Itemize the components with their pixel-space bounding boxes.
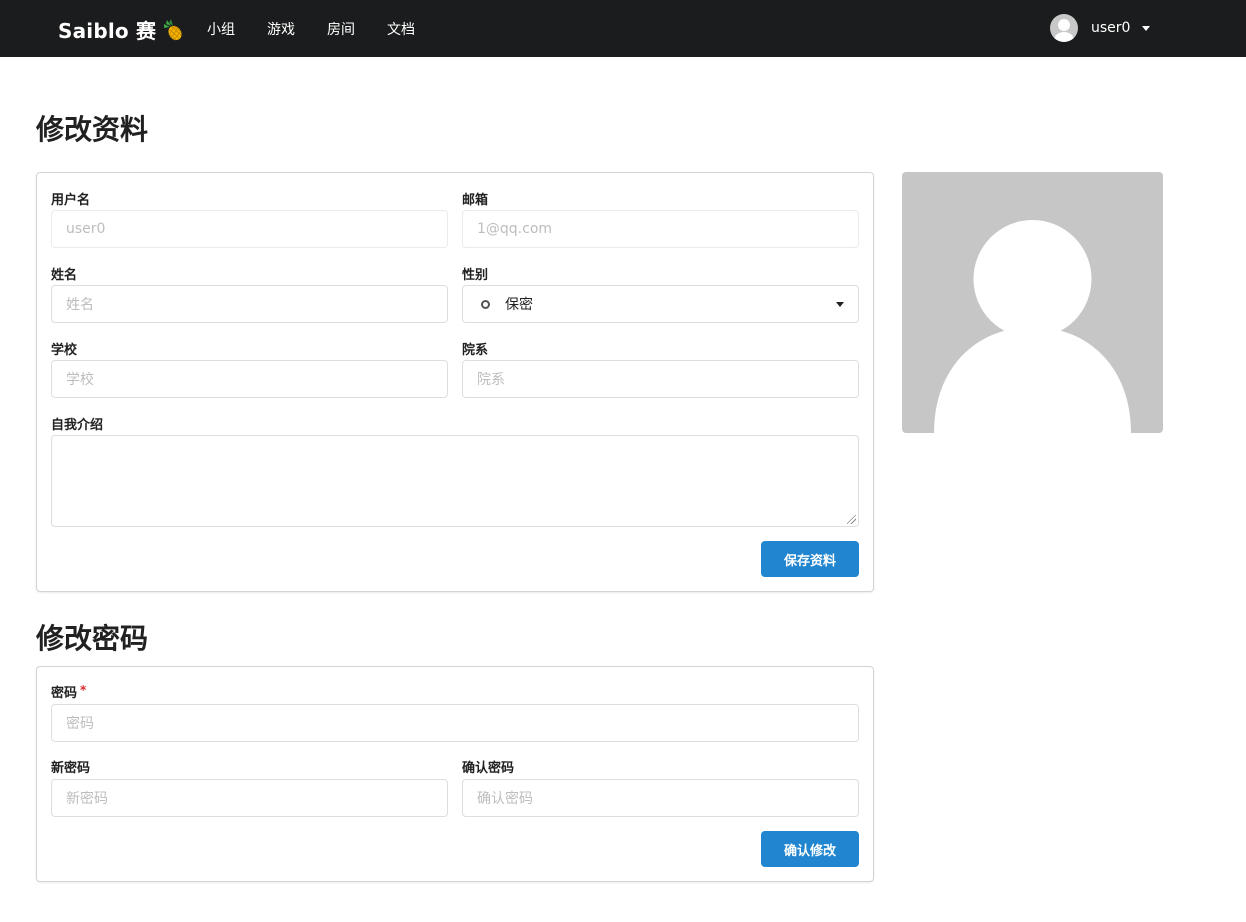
password-form-card: 密码 * 密码 新密码 新密码 确认密码 确认密码 确认修改 (36, 666, 874, 882)
required-mark: * (80, 683, 87, 697)
nav-item-rooms[interactable]: 房间 (327, 19, 355, 39)
password-field[interactable]: 密码 (51, 704, 859, 742)
password-label: 密码 * (51, 682, 86, 701)
department-field[interactable]: 院系 (462, 360, 859, 398)
username-field[interactable]: user0 (51, 210, 448, 248)
profile-section-title: 修改资料 (36, 113, 149, 146)
nav-item-groups[interactable]: 小组 (207, 19, 235, 39)
school-field[interactable]: 学校 (51, 360, 448, 398)
profile-avatar[interactable] (902, 172, 1163, 433)
new-password-label: 新密码 (51, 761, 91, 776)
user-silhouette-icon (934, 220, 1131, 433)
resize-handle-icon[interactable] (847, 515, 856, 524)
chevron-down-icon (1142, 25, 1151, 31)
new-password-field[interactable]: 新密码 (51, 779, 448, 817)
user-menu-dropdown[interactable]: user0 (1050, 14, 1151, 42)
email-field[interactable]: 1@qq.com (462, 210, 859, 248)
bio-label: 自我介绍 (51, 418, 104, 433)
brand-text: Saiblo 赛 (58, 19, 157, 43)
bio-textarea[interactable] (51, 435, 859, 527)
gender-select[interactable]: 保密 (462, 285, 859, 323)
confirm-password-label: 确认密码 (462, 761, 515, 776)
email-label: 邮箱 (462, 193, 489, 208)
profile-form-card: 用户名 user0 邮箱 1@qq.com 姓名 姓名 性别 保密 学校 学校 … (36, 172, 874, 592)
gender-label: 性别 (462, 268, 489, 283)
confirm-change-button[interactable]: 确认修改 (761, 831, 859, 867)
nav-item-docs[interactable]: 文档 (387, 19, 415, 39)
password-section-title: 修改密码 (36, 622, 149, 655)
pineapple-icon (162, 18, 184, 41)
brand-logo[interactable]: Saiblo 赛 (58, 15, 184, 44)
save-profile-button[interactable]: 保存资料 (761, 541, 859, 577)
circle-icon (481, 299, 490, 309)
confirm-password-field[interactable]: 确认密码 (462, 779, 859, 817)
user-name: user0 (1091, 20, 1131, 36)
top-navbar: Saiblo 赛 小组 游戏 房间 文档 user0 (0, 0, 1246, 57)
dropdown-caret-icon (836, 302, 844, 307)
password-label-text: 密码 (51, 686, 78, 701)
name-field[interactable]: 姓名 (51, 285, 448, 323)
department-label: 院系 (462, 343, 489, 358)
user-avatar-icon (1050, 14, 1078, 42)
gender-select-value: 保密 (505, 297, 533, 313)
username-label: 用户名 (51, 193, 91, 208)
name-label: 姓名 (51, 268, 78, 283)
school-label: 学校 (51, 343, 78, 358)
nav-item-games[interactable]: 游戏 (267, 19, 295, 39)
